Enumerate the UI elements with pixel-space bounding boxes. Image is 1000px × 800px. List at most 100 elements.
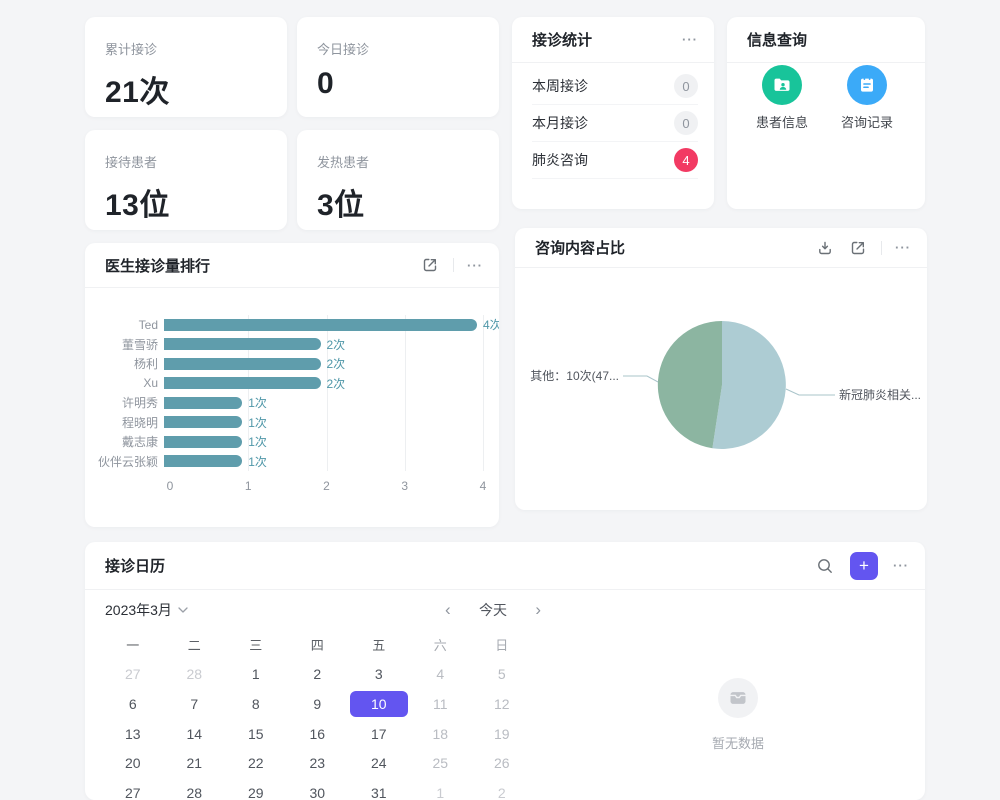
more-icon[interactable]: ··· <box>893 558 909 573</box>
calendar-day[interactable]: 29 <box>227 780 285 800</box>
doctor-ranking-panel: 医生接诊量排行 ··· Ted4次董雪骄2次杨利2次Xu2次许明秀1次程晓明1次… <box>85 243 499 527</box>
calendar-day[interactable]: 6 <box>104 691 162 717</box>
calendar-day[interactable]: 21 <box>165 750 223 776</box>
calendar-day[interactable]: 27 <box>104 661 162 687</box>
next-month-button[interactable]: › <box>535 600 541 620</box>
bar-row: 董雪骄2次 <box>85 335 499 355</box>
calendar-day[interactable]: 19 <box>473 721 531 747</box>
weekday-header: 四 <box>311 635 324 654</box>
bar-row: 伙伴云张颖1次 <box>85 452 499 472</box>
count-badge: 0 <box>674 111 698 135</box>
calendar-day[interactable]: 31 <box>350 780 408 800</box>
bar-category-label: 戴志康 <box>85 433 164 450</box>
reception-stat-row[interactable]: 肺炎咨询4 <box>532 142 698 179</box>
more-icon[interactable]: ··· <box>467 258 483 273</box>
calendar-day[interactable]: 25 <box>411 750 469 776</box>
calendar-day[interactable]: 26 <box>473 750 531 776</box>
stat-value: 13位 <box>105 180 267 224</box>
reception-stat-label: 本月接诊 <box>532 113 588 133</box>
pie-chart: 其他：10次(47... 新冠肺炎相关... <box>515 270 927 508</box>
weekday-header: 五 <box>372 635 385 654</box>
month-selector[interactable]: 2023年3月 <box>105 598 188 622</box>
stat-label: 今日接诊 <box>317 39 479 58</box>
calendar-day[interactable]: 3 <box>350 661 408 687</box>
shortcut-consult-record[interactable]: 咨询记录 <box>825 65 909 131</box>
stat-label: 发热患者 <box>317 152 479 171</box>
panel-title: 咨询内容占比 <box>535 237 625 258</box>
bar-value-label: 1次 <box>248 397 267 409</box>
bar <box>164 436 242 448</box>
chevron-down-icon <box>178 607 188 613</box>
download-icon[interactable] <box>815 238 835 258</box>
stat-card-fever-patients: 发热患者 3位 <box>297 130 499 230</box>
calendar-day[interactable]: 12 <box>473 691 531 717</box>
pie-label-other: 其他：10次(47... <box>530 369 619 383</box>
bar-value-label: 4次 <box>483 319 499 331</box>
bar-value-label: 1次 <box>248 417 267 429</box>
calendar-day[interactable]: 28 <box>165 661 223 687</box>
calendar-day[interactable]: 2 <box>473 780 531 800</box>
shortcut-label: 咨询记录 <box>825 112 909 131</box>
panel-title: 医生接诊量排行 <box>105 255 210 276</box>
calendar-day[interactable]: 1 <box>411 780 469 800</box>
reception-stats-list: 本周接诊0 本月接诊 0 肺炎咨询4 <box>512 63 714 179</box>
calendar-day-selected[interactable]: 10 <box>350 691 408 717</box>
today-button[interactable]: 今天 <box>479 600 507 620</box>
calendar-day[interactable]: 13 <box>104 721 162 747</box>
calendar-day[interactable]: 22 <box>227 750 285 776</box>
calendar-day[interactable]: 27 <box>104 780 162 800</box>
bar <box>164 377 321 389</box>
bar-category-label: 伙伴云张颖 <box>85 453 164 470</box>
pie-label-covid: 新冠肺炎相关... <box>839 387 921 402</box>
calendar-day[interactable]: 16 <box>288 721 346 747</box>
bar <box>164 358 321 370</box>
shortcut-patient-info[interactable]: 患者信息 <box>740 65 824 131</box>
calendar-day[interactable]: 7 <box>165 691 223 717</box>
add-event-button[interactable]: + <box>850 552 878 580</box>
month-label: 2023年3月 <box>105 600 172 620</box>
calendar-day[interactable]: 20 <box>104 750 162 776</box>
calendar-day[interactable]: 30 <box>288 780 346 800</box>
calendar-day[interactable]: 28 <box>165 780 223 800</box>
x-tick-label: 1 <box>245 479 252 493</box>
reception-stat-row[interactable]: 本月接诊 0 <box>532 105 698 142</box>
count-badge: 0 <box>674 74 698 98</box>
calendar-day[interactable]: 8 <box>227 691 285 717</box>
calendar-day[interactable]: 2 <box>288 661 346 687</box>
count-badge: 4 <box>674 148 698 172</box>
x-tick-label: 0 <box>167 479 174 493</box>
calendar-day[interactable]: 1 <box>227 661 285 687</box>
more-icon[interactable]: ··· <box>895 240 911 255</box>
calendar-day[interactable]: 23 <box>288 750 346 776</box>
stat-label: 接待患者 <box>105 152 267 171</box>
reception-stat-row[interactable]: 本周接诊0 <box>532 68 698 105</box>
x-tick-label: 2 <box>323 479 330 493</box>
expand-icon[interactable] <box>848 238 868 258</box>
panel-title: 接诊统计 <box>532 29 592 50</box>
stat-card-today-visits: 今日接诊 0 <box>297 17 499 117</box>
calendar-day[interactable]: 11 <box>411 691 469 717</box>
search-icon[interactable] <box>815 556 835 576</box>
bar-value-label: 2次 <box>327 339 346 351</box>
calendar-day[interactable]: 18 <box>411 721 469 747</box>
more-icon[interactable]: ··· <box>682 32 698 47</box>
calendar-panel: 接诊日历 + ··· 2023年3月 ‹ 今天 › 一二三四五六日2728123… <box>85 542 925 800</box>
prev-month-button[interactable]: ‹ <box>445 600 451 620</box>
empty-text: 暂无数据 <box>675 733 801 752</box>
expand-icon[interactable] <box>420 255 440 275</box>
bar-category-label: Xu <box>85 376 164 390</box>
stat-card-total-visits: 累计接诊 21次 <box>85 17 287 117</box>
calendar-day[interactable]: 24 <box>350 750 408 776</box>
label-connector <box>786 389 835 395</box>
calendar-day[interactable]: 5 <box>473 661 531 687</box>
shortcut-label: 患者信息 <box>740 112 824 131</box>
shortcut-area: 患者信息咨询记录 <box>727 63 925 183</box>
calendar-day[interactable]: 15 <box>227 721 285 747</box>
consult-pie-panel: 咨询内容占比 ··· 其他：10次(47... 新冠肺炎相关... <box>515 228 927 510</box>
bar <box>164 416 242 428</box>
calendar-day[interactable]: 17 <box>350 721 408 747</box>
calendar-day[interactable]: 4 <box>411 661 469 687</box>
calendar-day[interactable]: 14 <box>165 721 223 747</box>
bar-category-label: Ted <box>85 318 164 332</box>
calendar-day[interactable]: 9 <box>288 691 346 717</box>
